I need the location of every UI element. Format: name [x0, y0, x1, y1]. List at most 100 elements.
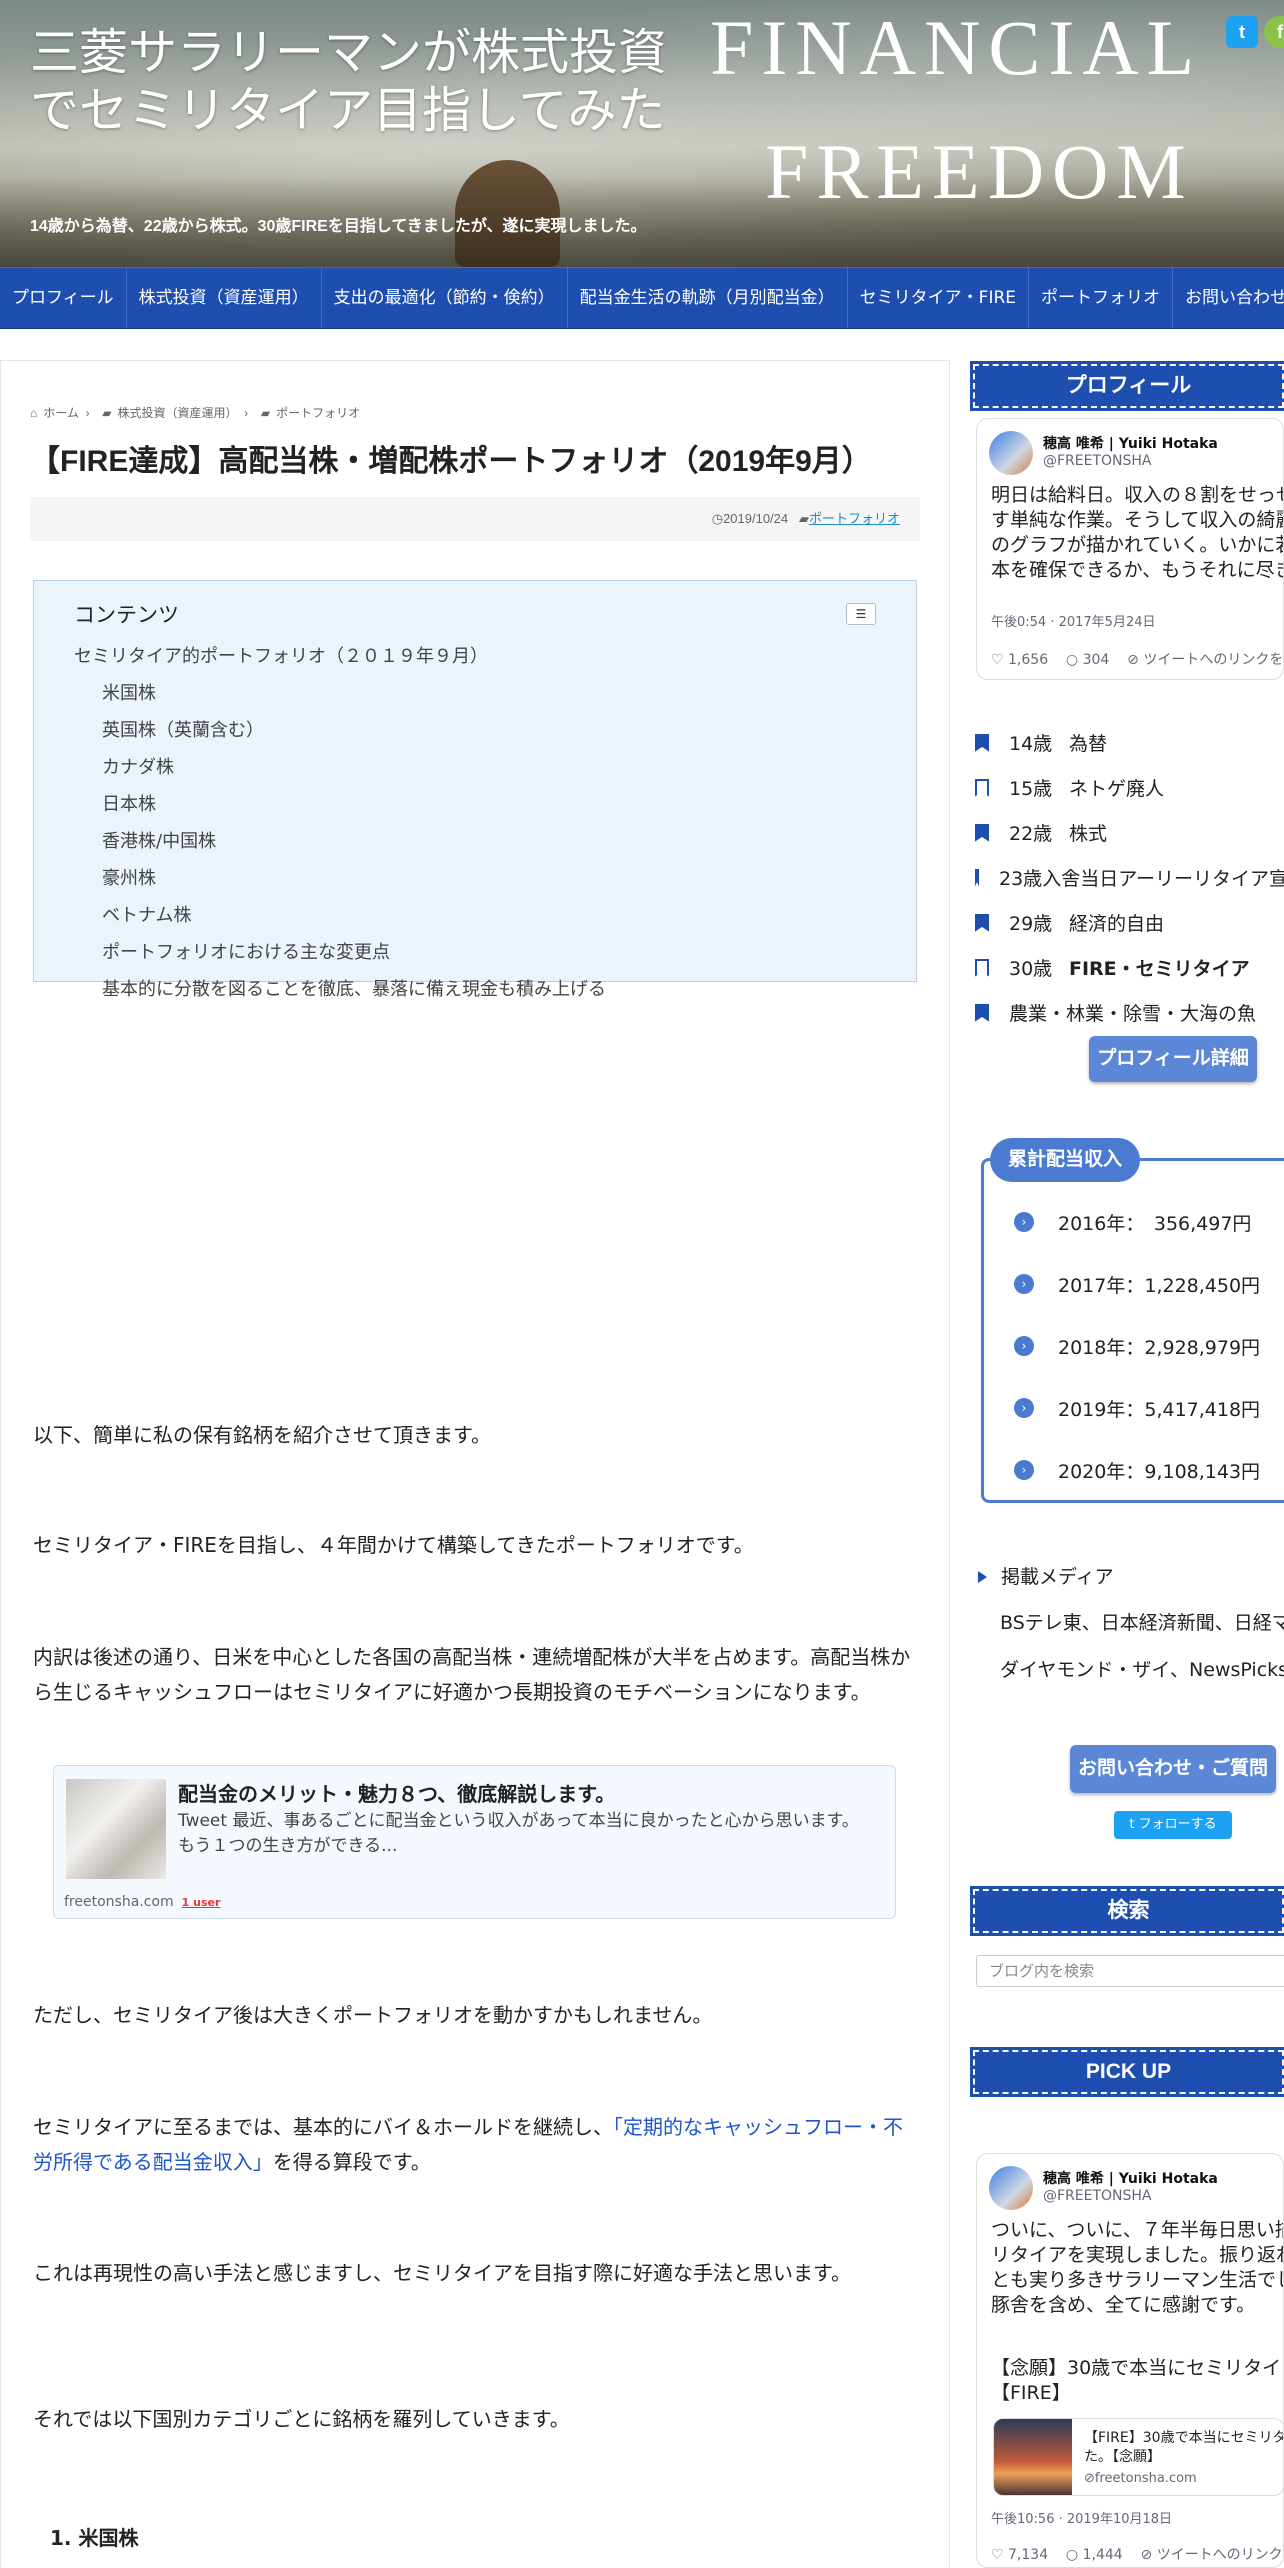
avatar [989, 431, 1033, 475]
site-description: 14歳から為替、22歳から株式。30歳FIREを目指してきましたが、遂に実現しま… [30, 218, 647, 235]
twitter-icon[interactable]: t [1226, 16, 1258, 48]
heart-icon[interactable]: ♡ [991, 2547, 1004, 2563]
clock-icon: ◷ [711, 511, 724, 526]
timeline-row: 15歳 ネトゲ廃人 [972, 765, 1284, 810]
dividend-summary-title: 累計配当収入 [990, 1138, 1140, 1182]
list-item: › 2017年：1,228,450円 [1014, 1253, 1284, 1315]
timeline-event: 経済的自由 [1069, 913, 1165, 935]
toc-item[interactable]: 英国株（英蘭含む） [74, 712, 876, 749]
toc-item[interactable]: 米国株 [74, 675, 876, 712]
timeline-event: 農業・林業・除雪・大海の魚 [1009, 1003, 1257, 1025]
link-card-title: 【FIRE】30歳で本当にセミリタイアしました。【念願】 [1084, 2430, 1284, 2465]
dividend-year-total: 2020年：9,108,143円 [1058, 1460, 1261, 1483]
timeline-event: 為替 [1069, 733, 1108, 755]
link-card-domain-text: freetonsha.com [1094, 2471, 1197, 2486]
list-item: 1. 米国株 [50, 2522, 138, 2551]
toc-title: コンテンツ [74, 603, 179, 627]
breadcrumb-category[interactable]: 株式投資（資産運用） [117, 406, 237, 420]
tweet-link-card[interactable]: 【FIRE】30歳で本当にセミリタイアしました。【念願】 ⊘freetonsha… [993, 2418, 1284, 2496]
link-icon[interactable]: ⊘ [1141, 2547, 1153, 2563]
toc-item[interactable]: 香港株/中国株 [74, 823, 876, 860]
folder-icon: ▰ [798, 511, 809, 526]
dividend-year-total: 2016年： 356,497円 [1058, 1212, 1252, 1235]
nav-item-dividend-log[interactable]: 配当金生活の軌跡（月別配当金） [568, 268, 848, 328]
nav-item-fire[interactable]: セミリタイア・FIRE [848, 268, 1030, 328]
blog-card-domain: freetonsha.com [64, 1894, 174, 1910]
contact-button[interactable]: お問い合わせ・ご質問 [1070, 1745, 1276, 1793]
tweet-actions: ♡ 1,656 ○ 304 ⊘ ツイートへのリンクをコピー [991, 649, 1283, 669]
toc-item[interactable]: 日本株 [74, 786, 876, 823]
paragraph: 内訳は後述の通り、日米を中心とした各国の高配当株・連続増配株が大半を占めます。高… [33, 1645, 911, 1704]
hatena-users-badge[interactable]: 1 user [182, 1896, 221, 1909]
embedded-tweet[interactable]: 穂高 唯希 | Yuiki Hotaka @FREETONSHA 明日は給料日。… [976, 418, 1284, 680]
toc-item[interactable]: ポートフォリオにおける主な変更点 [74, 934, 876, 971]
site-title[interactable]: 三菱サラリーマンが株式投資でセミリタイア目指してみた [30, 24, 700, 140]
tweet-copy-link[interactable]: ツイートへのリンクをコピー [1157, 2547, 1283, 2563]
chevron-circle-icon: › [1014, 1460, 1034, 1480]
reply-icon[interactable]: ○ [1066, 2547, 1078, 2563]
profile-detail-button[interactable]: プロフィール詳細 [1089, 1036, 1257, 1082]
reply-icon[interactable]: ○ [1066, 652, 1078, 668]
timeline-age: 14歳 [1009, 733, 1053, 755]
avatar [989, 2166, 1033, 2210]
chevron-circle-icon: › [1014, 1336, 1034, 1356]
toc-toggle-icon[interactable]: ☰ [846, 603, 876, 625]
folder-icon: ▰ [260, 406, 271, 420]
bookmark-outline-icon [975, 868, 979, 887]
twitter-follow-button[interactable]: t フォローする [1114, 1811, 1232, 1839]
timeline-age: 23歳 [999, 868, 1043, 890]
chevron-circle-icon: › [1014, 1398, 1034, 1418]
media-list-line: BSテレ東、日本経済新聞、日経マネー [1000, 1612, 1284, 1634]
toc-item[interactable]: ベトナム株 [74, 897, 876, 934]
tweet-actions: ♡ 7,134 ○ 1,444 ⊘ ツイートへのリンクをコピー [991, 2544, 1283, 2564]
blog-card-title[interactable]: 配当金のメリット・魅力８つ、徹底解説します。 [178, 1778, 615, 1807]
nav-item-expenses[interactable]: 支出の最適化（節約・倹約） [322, 268, 568, 328]
tweet-like-count: 1,656 [1008, 652, 1049, 668]
heart-icon[interactable]: ♡ [991, 652, 1004, 668]
tweet-reply-count: 304 [1082, 652, 1110, 668]
tweet-timestamp[interactable]: 午後10:56 · 2019年10月18日 [991, 2508, 1172, 2527]
timeline-event: FIRE・セミリタイア [1069, 958, 1250, 980]
toc-item[interactable]: セミリタイア的ポートフォリオ（２０１９年９月） [74, 639, 876, 675]
timeline-row: 23歳 入舎当日アーリーリタイア宣言 [972, 855, 1284, 900]
link-icon: ⊘ [1084, 2471, 1095, 2486]
media-heading[interactable]: 掲載メディア [978, 1562, 1114, 1589]
breadcrumb: ⌂ ホーム › ▰ 株式投資（資産運用） › ▰ ポートフォリオ [30, 404, 360, 421]
breadcrumb-home[interactable]: ホーム [43, 406, 79, 420]
tweet-author-handle[interactable]: @FREETONSHA [1043, 453, 1152, 469]
paragraph-text: を得る算段です。 [272, 2150, 431, 2174]
tweet-like-count: 7,134 [1008, 2547, 1049, 2563]
nav-item-investment[interactable]: 株式投資（資産運用） [127, 268, 322, 328]
link-icon[interactable]: ⊘ [1127, 652, 1139, 668]
toc-item[interactable]: カナダ株 [74, 749, 876, 786]
tweet-author-name[interactable]: 穂高 唯希 | Yuiki Hotaka [1043, 2168, 1218, 2188]
tweet-timestamp[interactable]: 午後0:54 · 2017年5月24日 [991, 611, 1156, 630]
paragraph: 以下、簡単に私の保有銘柄を紹介させて頂きます。 [33, 1423, 491, 1447]
sidebar-heading-profile: プロフィール [970, 361, 1284, 411]
folder-icon: ▰ [102, 406, 112, 420]
follow-label: フォローする [1138, 1817, 1217, 1832]
search-input[interactable]: ブログ内を検索 [976, 1955, 1284, 1987]
global-nav: プロフィール 株式投資（資産運用） 支出の最適化（節約・倹約） 配当金生活の軌跡（月別… [0, 267, 1284, 329]
toc-item[interactable]: 基本的に分散を図ることを徹底、暴落に備え現金も積み上げる [74, 971, 876, 1008]
blog-card[interactable]: 配当金のメリット・魅力８つ、徹底解説します。 Tweet 最近、事あるごとに配当… [53, 1765, 896, 1919]
post-category-link[interactable]: ポートフォリオ [809, 511, 900, 526]
timeline-row: 14歳 為替 [972, 720, 1284, 765]
paragraph: それでは以下国別カテゴリごとに銘柄を羅列していきます。 [33, 2407, 570, 2431]
dividend-year-total: 2019年：5,417,418円 [1058, 1398, 1261, 1421]
nav-item-profile[interactable]: プロフィール [0, 268, 127, 328]
nav-item-contact[interactable]: お問い合わせ [1173, 268, 1284, 328]
tweet-author-handle[interactable]: @FREETONSHA [1043, 2188, 1152, 2204]
breadcrumb-subcategory[interactable]: ポートフォリオ [276, 406, 360, 420]
tweet-copy-link[interactable]: ツイートへのリンクをコピー [1143, 652, 1283, 668]
logo-freedom: FREEDOM [765, 128, 1194, 215]
paragraph: セミリタイアに至るまでは、基本的にバイ＆ホールドを継続し、「定期的なキャッシュフ… [33, 2110, 913, 2180]
chevron-circle-icon: › [1014, 1274, 1034, 1294]
tweet-reply-count: 1,444 [1082, 2547, 1123, 2563]
toc-item[interactable]: 豪州株 [74, 860, 876, 897]
nav-item-portfolio[interactable]: ポートフォリオ [1029, 268, 1174, 328]
link-card-thumbnail [994, 2419, 1072, 2495]
tweet-author-name[interactable]: 穂高 唯希 | Yuiki Hotaka [1043, 433, 1218, 453]
profile-timeline: 14歳 為替 15歳 ネトゲ廃人 22歳 株式 23歳 入舎当日アーリーリタイア宣言 2… [972, 720, 1284, 1035]
embedded-tweet[interactable]: 穂高 唯希 | Yuiki Hotaka @FREETONSHA ついに、ついに… [976, 2153, 1284, 2568]
